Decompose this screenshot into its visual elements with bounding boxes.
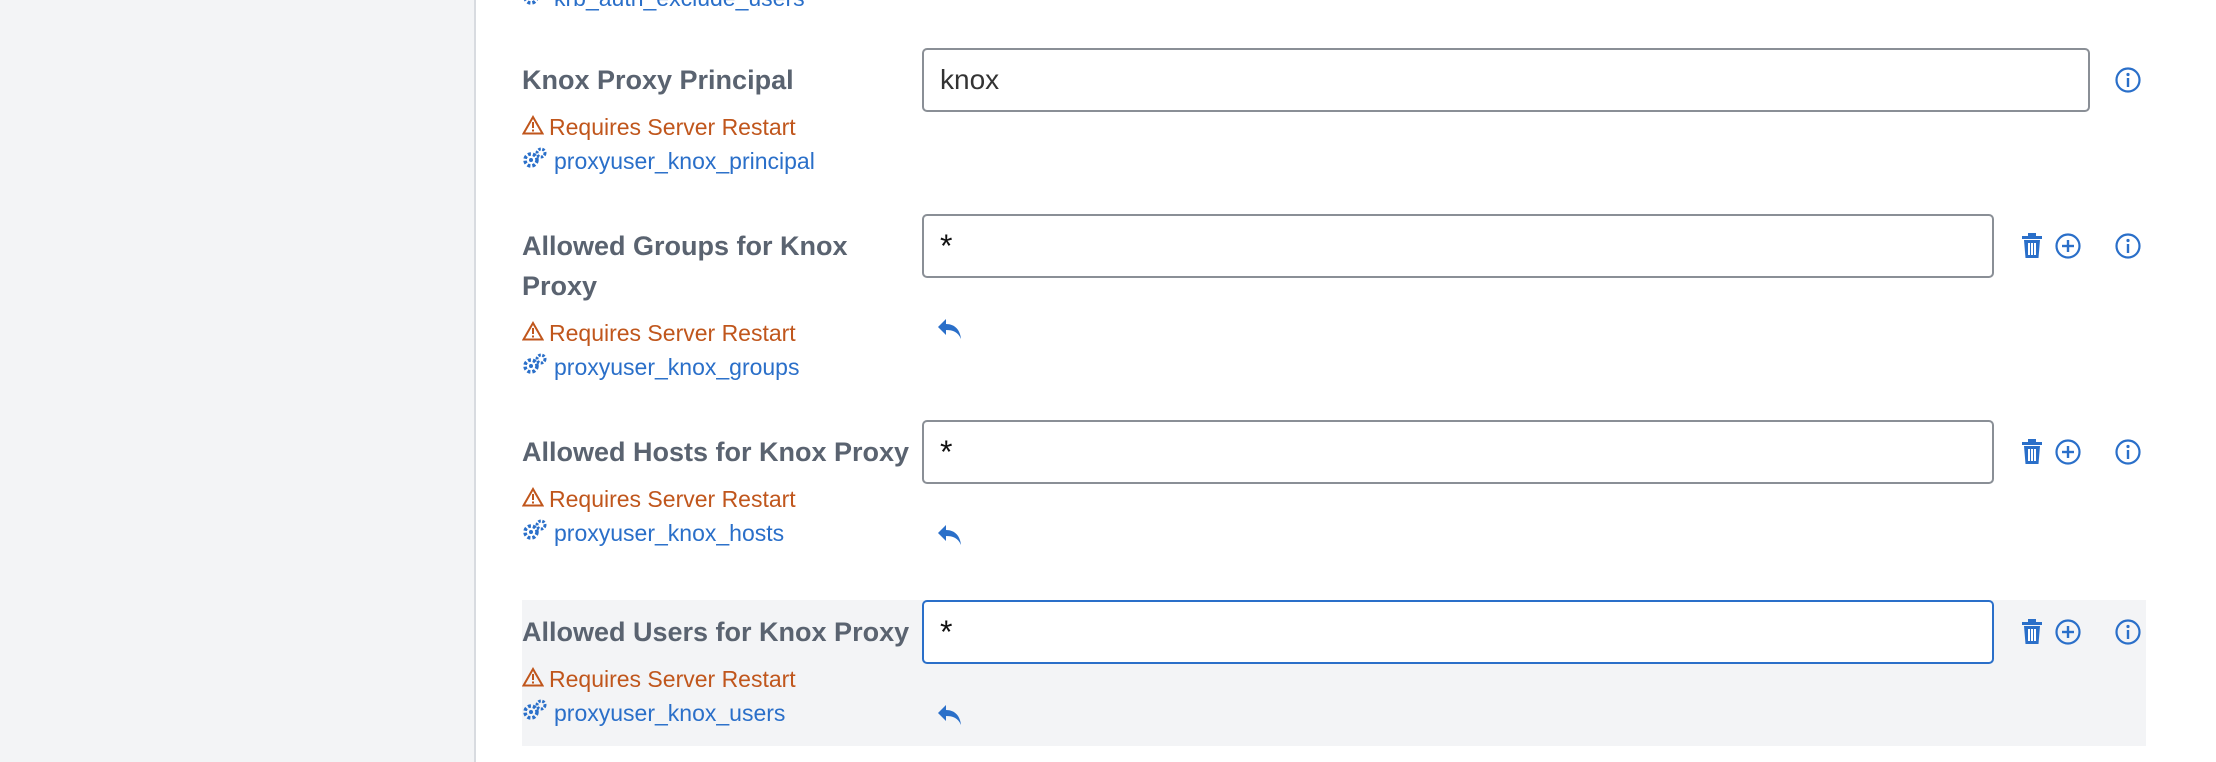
config-key-text: proxyuser_knox_hosts (554, 519, 785, 546)
setting-label-line2: Proxy (522, 271, 598, 301)
config-key-link-partial[interactable]: krb_auth_exclude_users (522, 0, 805, 14)
restart-warning-text: Requires Server Restart (549, 665, 796, 692)
config-key-text: proxyuser_knox_groups (554, 353, 800, 380)
setting-label-line1: Allowed Groups for Knox (522, 231, 848, 261)
setting-label: Knox Proxy Principal (522, 65, 794, 95)
undo-icon[interactable] (934, 520, 966, 552)
restart-warning: Requires Server Restart (521, 483, 796, 515)
restart-warning: Requires Server Restart (521, 111, 796, 143)
setting-label: Allowed Users for Knox Proxy (522, 617, 910, 647)
trash-icon[interactable] (2016, 616, 2048, 648)
gears-icon (522, 519, 554, 547)
trash-icon[interactable] (2016, 436, 2048, 468)
plus-circle-icon[interactable] (2052, 230, 2084, 262)
info-icon[interactable] (2112, 230, 2144, 262)
restart-warning-text: Requires Server Restart (549, 113, 796, 140)
config-key-link[interactable]: proxyuser_knox_users (522, 697, 785, 729)
gears-icon (522, 699, 554, 727)
config-key-text: proxyuser_knox_users (554, 699, 786, 726)
allowed-hosts-input[interactable]: * (922, 420, 1994, 484)
left-sidebar-area (0, 0, 474, 762)
undo-icon[interactable] (934, 314, 966, 346)
restart-warning-text: Requires Server Restart (549, 485, 796, 512)
undo-icon[interactable] (934, 700, 966, 732)
allowed-users-input[interactable]: * (922, 600, 1994, 664)
config-key-link[interactable]: proxyuser_knox_groups (522, 351, 799, 383)
plus-circle-icon[interactable] (2052, 436, 2084, 468)
allowed-groups-input[interactable]: * (922, 214, 1994, 278)
warning-triangle-icon (521, 486, 549, 513)
warning-triangle-icon (521, 320, 549, 347)
knox-principal-input[interactable]: knox (922, 48, 2090, 112)
trash-icon[interactable] (2016, 230, 2048, 262)
gears-icon (522, 353, 554, 381)
restart-warning: Requires Server Restart (521, 317, 796, 349)
restart-warning: Requires Server Restart (521, 663, 796, 695)
warning-triangle-icon (521, 666, 549, 693)
gears-icon (522, 147, 554, 175)
config-key-link[interactable]: proxyuser_knox_hosts (522, 517, 784, 549)
config-key-label: krb_auth_exclude_users (554, 0, 805, 12)
info-icon[interactable] (2112, 616, 2144, 648)
config-key-text: proxyuser_knox_principal (554, 147, 815, 174)
info-icon[interactable] (2112, 436, 2144, 468)
warning-triangle-icon (521, 114, 549, 141)
info-icon[interactable] (2112, 64, 2144, 96)
restart-warning-text: Requires Server Restart (549, 319, 796, 346)
gears-icon (522, 0, 554, 12)
plus-circle-icon[interactable] (2052, 616, 2084, 648)
setting-label: Allowed Hosts for Knox Proxy (522, 437, 910, 467)
config-key-link[interactable]: proxyuser_knox_principal (522, 145, 815, 177)
